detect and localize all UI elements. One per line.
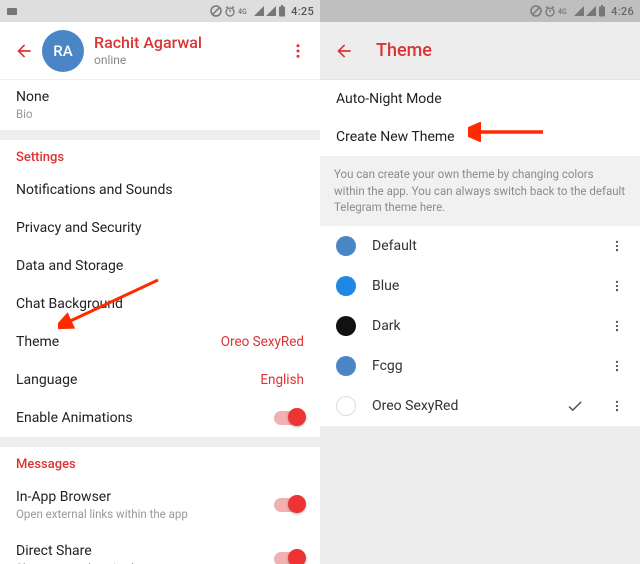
theme-color-dot	[336, 396, 356, 416]
theme-scroll[interactable]: Auto-Night Mode Create New Theme You can…	[320, 80, 640, 564]
animations-row[interactable]: Enable Animations	[0, 399, 320, 437]
svg-text:4G: 4G	[238, 8, 247, 16]
theme-value: Oreo SexyRed	[221, 334, 304, 350]
theme-name: Dark	[372, 318, 401, 334]
language-value: English	[260, 372, 304, 388]
phone-right: 4G 4:26 Theme Auto-Night Mode Create New…	[320, 0, 640, 564]
create-theme-row[interactable]: Create New Theme	[320, 118, 640, 156]
inapp-label: In-App Browser	[16, 489, 188, 505]
theme-name: Fcgg	[372, 358, 403, 374]
theme-more-icon[interactable]	[606, 399, 628, 413]
back-icon[interactable]	[10, 41, 38, 61]
data-storage-row[interactable]: Data and Storage	[0, 247, 320, 285]
back-icon[interactable]	[330, 41, 358, 61]
notifications-row[interactable]: Notifications and Sounds	[0, 171, 320, 209]
language-label: Language	[16, 372, 77, 388]
bio-label: Bio	[16, 107, 33, 121]
theme-name: Oreo SexyRed	[372, 398, 458, 414]
language-row[interactable]: Language English	[0, 361, 320, 399]
chat-background-row[interactable]: Chat Background	[0, 285, 320, 323]
theme-list: Default Blue Dark Fcgg Oreo SexyRed	[320, 226, 640, 426]
messages-header: Messages	[0, 447, 320, 478]
direct-share-row[interactable]: Direct Share Show recent chats in share …	[0, 532, 320, 564]
theme-item[interactable]: Blue	[320, 266, 640, 306]
avatar[interactable]: RA	[42, 30, 84, 72]
theme-more-icon[interactable]	[606, 359, 628, 373]
theme-more-icon[interactable]	[606, 239, 628, 253]
auto-night-row[interactable]: Auto-Night Mode	[320, 80, 640, 118]
settings-header: Settings	[0, 140, 320, 171]
more-icon[interactable]	[286, 42, 310, 60]
settings-scroll[interactable]: None Bio Settings Notifications and Soun…	[0, 80, 320, 564]
empty-area	[320, 426, 640, 564]
app-bar: RA Rachit Agarwal online	[0, 22, 320, 80]
divider	[0, 130, 320, 140]
theme-name: Default	[372, 238, 417, 254]
svg-text:4G: 4G	[558, 8, 567, 16]
app-bar: Theme	[320, 22, 640, 80]
theme-item[interactable]: Oreo SexyRed	[320, 386, 640, 426]
theme-name: Blue	[372, 278, 399, 294]
bio-value: None	[16, 89, 49, 105]
status-bar: 4G 4:26	[320, 0, 640, 22]
phone-left: 4G 4:25 RA Rachit Agarwal online None Bi…	[0, 0, 320, 564]
check-icon	[566, 397, 584, 415]
animations-label: Enable Animations	[16, 410, 133, 426]
volte-icon: 4G	[238, 6, 252, 16]
theme-more-icon[interactable]	[606, 279, 628, 293]
dnd-icon	[530, 5, 542, 17]
profile-status: online	[94, 53, 202, 67]
signal-icon	[574, 6, 584, 16]
alarm-icon	[224, 5, 236, 17]
theme-color-dot	[336, 236, 356, 256]
status-time: 4:25	[291, 5, 314, 18]
battery-icon	[598, 5, 606, 17]
theme-color-dot	[336, 356, 356, 376]
theme-color-dot	[336, 316, 356, 336]
app-badge-icon	[6, 5, 18, 17]
page-title: Theme	[376, 40, 432, 61]
battery-icon	[278, 5, 286, 17]
dnd-icon	[210, 5, 222, 17]
theme-info: You can create your own theme by changin…	[320, 156, 640, 226]
theme-label: Theme	[16, 334, 59, 350]
volte-icon: 4G	[558, 6, 572, 16]
theme-more-icon[interactable]	[606, 319, 628, 333]
switch-icon[interactable]	[274, 552, 304, 564]
privacy-row[interactable]: Privacy and Security	[0, 209, 320, 247]
theme-color-dot	[336, 276, 356, 296]
bio-row[interactable]: None Bio	[0, 80, 320, 130]
theme-row[interactable]: Theme Oreo SexyRed	[0, 323, 320, 361]
signal-icon	[254, 6, 264, 16]
status-time: 4:26	[611, 5, 634, 18]
profile-name[interactable]: Rachit Agarwal	[94, 34, 202, 52]
status-bar: 4G 4:25	[0, 0, 320, 22]
alarm-icon	[544, 5, 556, 17]
inapp-browser-row[interactable]: In-App Browser Open external links withi…	[0, 478, 320, 532]
directshare-label: Direct Share	[16, 543, 186, 559]
switch-icon[interactable]	[274, 411, 304, 425]
divider	[0, 437, 320, 447]
signal2-icon	[266, 6, 276, 16]
switch-icon[interactable]	[274, 498, 304, 512]
theme-item[interactable]: Default	[320, 226, 640, 266]
signal2-icon	[586, 6, 596, 16]
theme-item[interactable]: Fcgg	[320, 346, 640, 386]
inapp-sub: Open external links within the app	[16, 507, 188, 521]
theme-item[interactable]: Dark	[320, 306, 640, 346]
